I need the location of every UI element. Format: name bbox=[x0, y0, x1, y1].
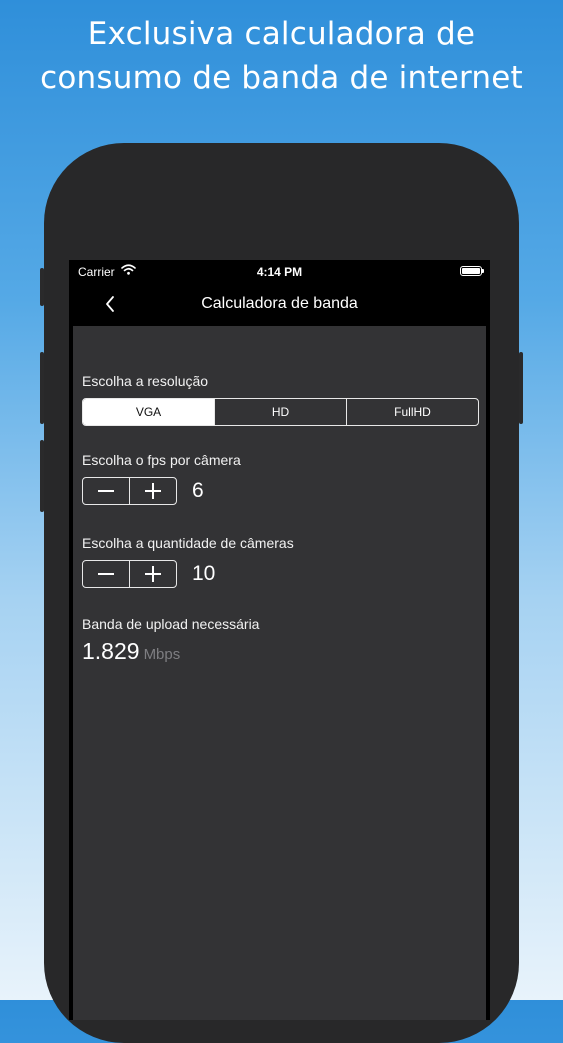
navigation-bar: Calculadora de banda bbox=[69, 282, 490, 326]
minus-icon bbox=[98, 490, 114, 492]
fps-stepper bbox=[82, 477, 177, 505]
cameras-increment-button[interactable] bbox=[129, 561, 176, 587]
upload-value: 1.829 bbox=[82, 638, 140, 664]
minus-icon bbox=[98, 573, 114, 575]
battery-icon bbox=[460, 266, 484, 276]
phone-power-button bbox=[519, 352, 523, 424]
calculator-content: Escolha a resolução VGA HD FullHD Escolh… bbox=[73, 326, 486, 1020]
segment-fullhd[interactable]: FullHD bbox=[346, 399, 478, 425]
fps-increment-button[interactable] bbox=[129, 478, 176, 504]
upload-label: Banda de upload necessária bbox=[82, 616, 260, 632]
page-title: Calculadora de banda bbox=[201, 295, 358, 312]
headline-line-1: Exclusiva calculadora de bbox=[87, 16, 476, 52]
status-bar: Carrier 4:14 PM bbox=[69, 260, 490, 282]
segment-hd[interactable]: HD bbox=[214, 399, 346, 425]
phone-mute-switch bbox=[40, 268, 44, 306]
fps-value: 6 bbox=[192, 479, 204, 502]
phone-screen: Carrier 4:14 PM Calculadora de banda Esc… bbox=[69, 260, 490, 1020]
resolution-label: Escolha a resolução bbox=[82, 373, 209, 389]
cameras-decrement-button[interactable] bbox=[83, 561, 129, 587]
fps-label: Escolha o fps por câmera bbox=[82, 452, 241, 468]
status-time: 4:14 PM bbox=[256, 265, 303, 279]
upload-result: 1.829 Mbps bbox=[82, 638, 180, 665]
upload-unit: Mbps bbox=[143, 646, 181, 663]
segment-vga[interactable]: VGA bbox=[83, 399, 214, 425]
resolution-segmented-control: VGA HD FullHD bbox=[82, 398, 479, 426]
cameras-value: 10 bbox=[192, 562, 216, 585]
headline-line-2: consumo de banda de internet bbox=[40, 60, 523, 96]
cameras-label: Escolha a quantidade de câmeras bbox=[82, 535, 294, 551]
promo-headline: Exclusiva calculadora de consumo de band… bbox=[0, 12, 563, 100]
cameras-stepper bbox=[82, 560, 177, 588]
fps-decrement-button[interactable] bbox=[83, 478, 129, 504]
phone-volume-up bbox=[40, 352, 44, 424]
phone-volume-down bbox=[40, 440, 44, 512]
